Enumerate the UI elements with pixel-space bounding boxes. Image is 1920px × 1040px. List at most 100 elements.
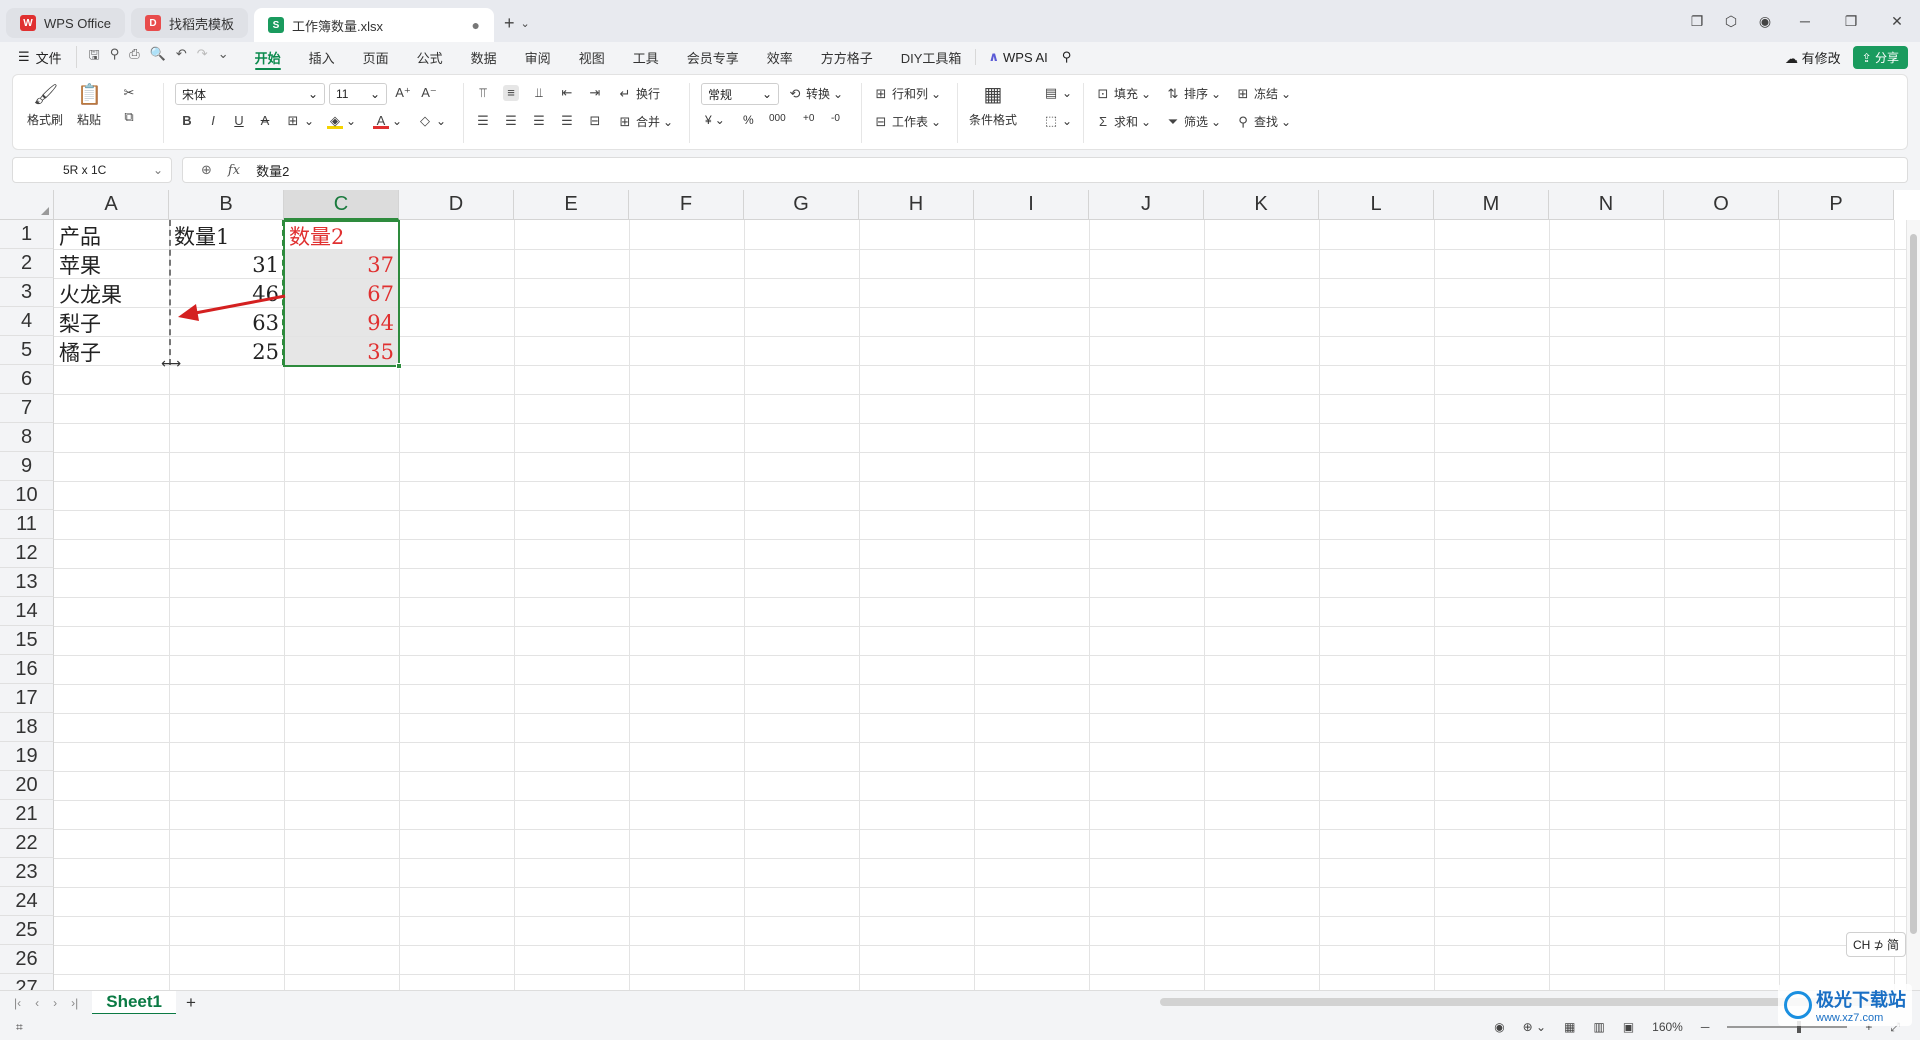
tab-insert[interactable]: 插入 [295,42,349,72]
prev-sheet-icon[interactable]: ‹ [35,996,39,1010]
close-button[interactable]: ✕ [1874,13,1920,30]
rows-cols-button[interactable]: ⊞ 行和列 ⌄ [873,85,942,102]
row-header-12[interactable]: 12 [0,539,54,568]
redo-icon[interactable]: ↷ [197,46,208,68]
maximize-button[interactable]: ❐ [1828,13,1874,30]
tab-template[interactable]: D 找稻壳模板 [130,8,248,38]
add-sheet-button[interactable]: + [186,993,196,1013]
italic-button[interactable]: I [205,113,221,129]
percent-button[interactable]: % [743,113,754,127]
find-button[interactable]: ⚲ 查找 ⌄ [1235,113,1291,130]
strikethrough-button[interactable]: A [257,113,273,129]
formula-input[interactable]: ⊕ fx 数量2 [182,157,1908,183]
worksheet-button[interactable]: ⊟ 工作表 ⌄ [873,113,942,130]
sheet-tab-sheet1[interactable]: Sheet1 [92,990,176,1015]
tab-wps-office[interactable]: W WPS Office [6,8,125,38]
sum-button[interactable]: Σ 求和 ⌄ [1095,113,1151,130]
decrease-font-button[interactable]: A⁻ [421,85,437,101]
chevron-down-icon[interactable]: ⌄ [218,46,229,68]
tab-page[interactable]: 页面 [349,42,403,72]
clear-button[interactable]: ◇ ⌄ [417,113,446,129]
column-header-e[interactable]: E [514,190,629,220]
avatar[interactable]: ◉ [1748,13,1782,30]
first-sheet-icon[interactable]: |‹ [14,996,21,1010]
row-header-23[interactable]: 23 [0,858,54,887]
scroll-thumb[interactable] [1910,234,1917,934]
tab-fangfang[interactable]: 方方格子 [807,42,887,72]
row-header-11[interactable]: 11 [0,510,54,539]
cell-border-button[interactable]: ⬚ ⌄ [1043,113,1072,129]
tab-diy-toolbox[interactable]: DIY工具箱 [887,42,976,72]
increase-font-button[interactable]: A⁺ [395,85,411,101]
column-header-m[interactable]: M [1434,190,1549,220]
number-format-select[interactable]: 常规 ⌄ [701,83,779,105]
row-header-17[interactable]: 17 [0,684,54,713]
row-header-27[interactable]: 27 [0,974,54,990]
distribute-button[interactable]: ⊟ [587,113,603,129]
undo-icon[interactable]: ↶ [176,46,187,68]
spreadsheet-grid[interactable]: A B C D E F G H I J K L M N O P 1 2 3 4 5 6 7 8 9 10 11 12 13 14 15 16 1… [0,190,1920,990]
format-painter-button[interactable]: 🖌 格式刷 [27,83,63,128]
conditional-format-button[interactable]: ▦ 条件格式 [969,83,1017,128]
wrap-text-button[interactable]: ↵ 换行 [617,85,660,102]
column-header-f[interactable]: F [629,190,744,220]
fill-button[interactable]: ⊡ 填充 ⌄ [1095,85,1152,102]
row-header-25[interactable]: 25 [0,916,54,945]
freeze-button[interactable]: ⊞ 冻结 ⌄ [1235,85,1292,102]
print-preview-icon[interactable]: 🔍 [150,46,166,68]
decrease-indent-button[interactable]: ⇤ [559,85,575,101]
row-header-19[interactable]: 19 [0,742,54,771]
row-header-24[interactable]: 24 [0,887,54,916]
cut-button[interactable]: ✂ [121,85,137,101]
column-header-i[interactable]: I [974,190,1089,220]
paste-button[interactable]: 📋 粘贴 [77,83,102,128]
justify-button[interactable]: ☰ [559,113,575,129]
column-header-h[interactable]: H [859,190,974,220]
print-icon[interactable]: ⎙ [129,46,139,68]
row-header-21[interactable]: 21 [0,800,54,829]
zoom-level[interactable]: 160% [1652,1020,1683,1034]
crosshair-icon[interactable]: ⊕ ⌄ [1523,1020,1546,1034]
row-header-15[interactable]: 15 [0,626,54,655]
currency-button[interactable]: ¥ ⌄ [705,113,725,127]
fill-color-button[interactable]: ◈ ⌄ [327,113,356,129]
font-color-button[interactable]: A ⌄ [373,113,402,129]
underline-button[interactable]: U [231,113,247,129]
zoom-icon[interactable]: ⊕ [201,162,212,178]
name-box[interactable]: 5R x 1C ⌄ [12,157,172,183]
align-bottom-button[interactable]: ⫫ [531,85,547,101]
cube-icon[interactable]: ⬡ [1714,13,1748,30]
row-header-7[interactable]: 7 [0,394,54,423]
page-break-icon[interactable]: ▣ [1623,1020,1634,1034]
tab-view[interactable]: 视图 [565,42,619,72]
font-name-select[interactable]: 宋体 ⌄ [175,83,325,105]
border-button[interactable]: ⊞ ⌄ [285,113,315,129]
align-left-button[interactable]: ☰ [475,113,491,129]
align-center-button[interactable]: ☰ [503,113,519,129]
row-header-8[interactable]: 8 [0,423,54,452]
column-header-l[interactable]: L [1319,190,1434,220]
share-button[interactable]: ⇪ 分享 [1852,45,1908,69]
column-header-g[interactable]: G [744,190,859,220]
row-header-13[interactable]: 13 [0,568,54,597]
column-header-p[interactable]: P [1779,190,1894,220]
row-header-14[interactable]: 14 [0,597,54,626]
row-header-20[interactable]: 20 [0,771,54,800]
wps-ai-button[interactable]: ∧ WPS AI ⚲ [975,49,1083,65]
convert-button[interactable]: ⟲ 转换 ⌄ [787,85,844,102]
new-tab-button[interactable]: + ⌄ [504,13,530,34]
zoom-slider[interactable] [1727,1021,1848,1033]
increase-decimal-button[interactable]: +0 [803,113,814,124]
page-layout-icon[interactable]: ▥ [1593,1020,1604,1034]
thousands-button[interactable]: 000 [769,113,786,124]
tab-home[interactable]: 开始 [241,42,295,72]
increase-indent-button[interactable]: ⇥ [587,85,603,101]
modified-button[interactable]: ☁ 有修改 [1785,48,1841,67]
tab-formula[interactable]: 公式 [403,42,457,72]
last-sheet-icon[interactable]: ›| [71,996,78,1010]
align-right-button[interactable]: ☰ [531,113,547,129]
tab-review[interactable]: 审阅 [511,42,565,72]
tool-icon[interactable]: ⚲ [110,46,120,68]
row-header-10[interactable]: 10 [0,481,54,510]
font-size-select[interactable]: 11 ⌄ [329,83,387,105]
